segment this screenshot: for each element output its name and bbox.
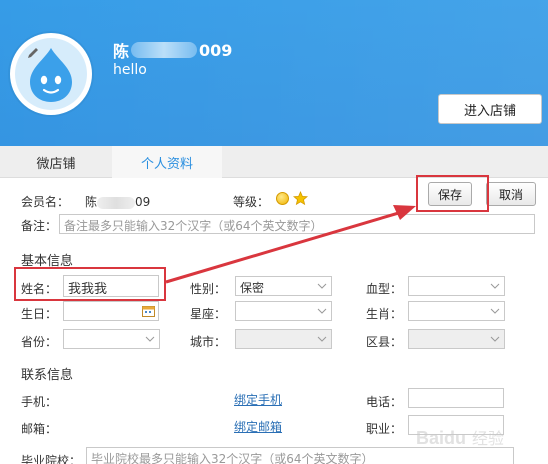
svg-text:经验: 经验	[472, 429, 504, 448]
svg-text:Baidu: Baidu	[416, 428, 466, 448]
annotation-arrow	[165, 205, 416, 284]
profile-window: 陈 009 hello 进入店铺 微店铺 个人资料 会员名： 陈 09 等级： 保…	[0, 0, 548, 464]
baidu-watermark-logo: Baidu 经验	[416, 428, 504, 448]
